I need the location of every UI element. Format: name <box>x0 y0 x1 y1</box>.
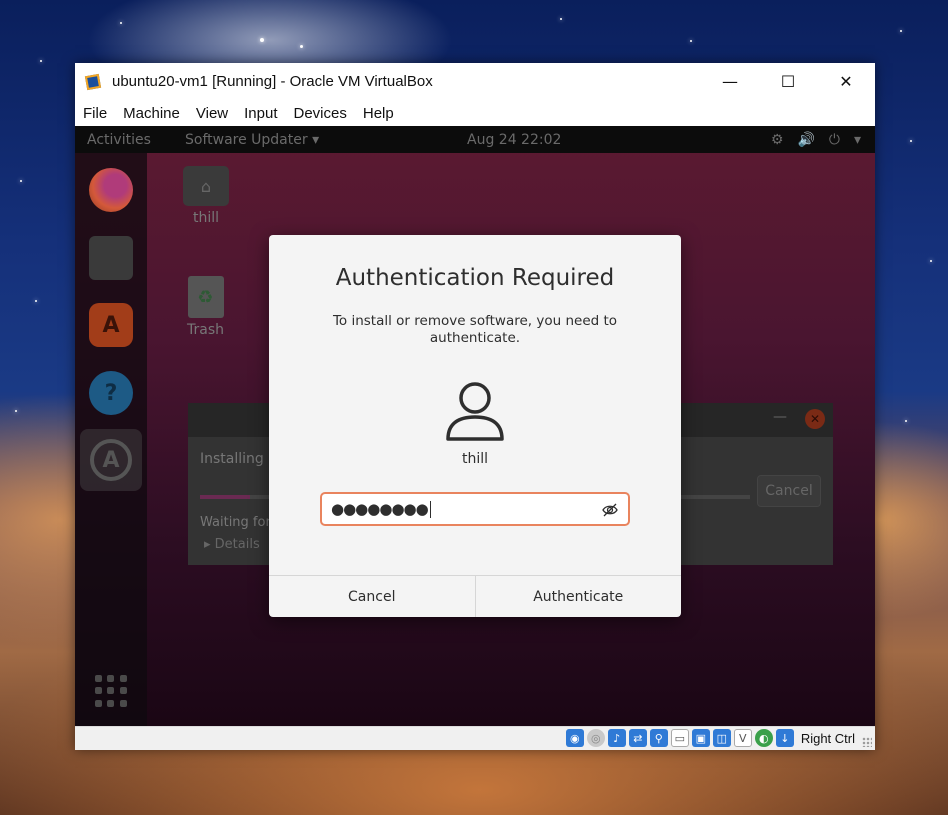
window-controls: — ☐ ✕ <box>701 63 875 100</box>
reveal-password-icon[interactable] <box>602 502 618 518</box>
vt-x-icon[interactable]: V <box>733 729 752 747</box>
virtualbox-icon <box>84 72 104 92</box>
vm-display[interactable]: Activities Software Updater ▾ Aug 24 22:… <box>75 126 875 726</box>
dialog-title: Authentication Required <box>335 265 615 291</box>
hard-disk-icon[interactable]: ◉ <box>565 729 584 747</box>
menu-devices[interactable]: Devices <box>294 105 347 122</box>
updater-minimize-button[interactable]: — <box>773 409 787 425</box>
authenticate-button[interactable]: Authenticate <box>474 576 682 617</box>
status-indicators: ◉ ◎ ♪ ⇄ ⚲ ▭ ▣ ◫ V ◐ ↓ Right Ctrl <box>565 729 855 747</box>
show-applications-icon[interactable] <box>95 675 127 707</box>
volume-icon: 🔊 <box>797 131 815 148</box>
menubar: File Machine View Input Devices Help <box>75 100 875 126</box>
help-icon[interactable]: ? <box>89 371 133 415</box>
installing-status: Installing u <box>200 451 278 467</box>
user-avatar-icon <box>446 382 504 441</box>
chevron-down-icon: ▾ <box>853 131 861 148</box>
menu-machine[interactable]: Machine <box>123 105 180 122</box>
menu-input[interactable]: Input <box>244 105 277 122</box>
software-store-icon[interactable]: A <box>89 303 133 347</box>
menu-help[interactable]: Help <box>363 105 394 122</box>
password-field[interactable]: ●●●●●●●● <box>320 492 630 526</box>
clock[interactable]: Aug 24 22:02 <box>467 132 561 148</box>
virtualbox-window: ubuntu20-vm1 [Running] - Oracle VM Virtu… <box>75 63 875 750</box>
dialog-button-bar: Cancel Authenticate <box>269 575 681 617</box>
desktop-trash[interactable]: ♻ Trash <box>187 276 224 338</box>
files-icon[interactable] <box>89 236 133 280</box>
details-expander[interactable]: ▸ Details <box>204 537 260 552</box>
shared-folders-icon[interactable]: ▭ <box>670 729 689 747</box>
dialog-username: thill <box>461 451 489 467</box>
display-icon[interactable]: ▣ <box>691 729 710 747</box>
maximize-button[interactable]: ☐ <box>759 63 817 100</box>
host-key-label: Right Ctrl <box>800 730 855 746</box>
ubuntu-dock: A ? A <box>75 153 147 726</box>
app-menu[interactable]: Software Updater ▾ <box>185 132 319 148</box>
desktop-home-folder[interactable]: ⌂ thill <box>183 166 229 226</box>
minimize-button[interactable]: — <box>701 63 759 100</box>
authentication-dialog: Authentication Required To install or re… <box>269 235 681 617</box>
network-adapter-icon[interactable]: ⇄ <box>628 729 647 747</box>
dialog-message: To install or remove software, you need … <box>332 313 618 346</box>
power-icon: ⏻ <box>828 131 840 148</box>
trash-icon: ♻ <box>187 276 224 318</box>
usb-icon[interactable]: ⚲ <box>649 729 668 747</box>
vm-status-bar: ◉ ◎ ♪ ⇄ ⚲ ▭ ▣ ◫ V ◐ ↓ Right Ctrl <box>75 726 875 750</box>
password-value: ●●●●●●●● <box>331 500 429 518</box>
mouse-integration-icon[interactable]: ↓ <box>775 729 794 747</box>
video-capture-icon[interactable]: ◫ <box>712 729 731 747</box>
cancel-button[interactable]: Cancel <box>269 576 475 617</box>
updater-cancel-button[interactable]: Cancel <box>757 475 821 507</box>
software-updater-icon[interactable]: A <box>80 429 142 491</box>
window-title: ubuntu20-vm1 [Running] - Oracle VM Virtu… <box>112 73 433 90</box>
firefox-icon[interactable] <box>89 168 133 212</box>
system-tray[interactable]: ⚙ 🔊 ⏻ ▾ <box>771 132 861 148</box>
home-folder-icon: ⌂ <box>183 166 229 206</box>
trash-label: Trash <box>187 322 224 338</box>
text-caret <box>429 500 431 518</box>
audio-icon[interactable]: ♪ <box>607 729 626 747</box>
network-icon: ⚙ <box>770 131 784 148</box>
guest-additions-icon[interactable]: ◐ <box>754 729 773 747</box>
home-folder-label: thill <box>192 210 220 226</box>
ubuntu-top-bar: Activities Software Updater ▾ Aug 24 22:… <box>75 126 875 153</box>
resize-grip[interactable] <box>862 737 872 747</box>
updater-close-button[interactable]: ✕ <box>805 409 825 429</box>
close-button[interactable]: ✕ <box>817 63 875 100</box>
waiting-status: Waiting for <box>200 515 271 530</box>
menu-view[interactable]: View <box>196 105 228 122</box>
activities-button[interactable]: Activities <box>87 132 151 148</box>
window-titlebar[interactable]: ubuntu20-vm1 [Running] - Oracle VM Virtu… <box>75 63 875 100</box>
menu-file[interactable]: File <box>83 105 107 122</box>
optical-drive-icon[interactable]: ◎ <box>586 729 605 747</box>
